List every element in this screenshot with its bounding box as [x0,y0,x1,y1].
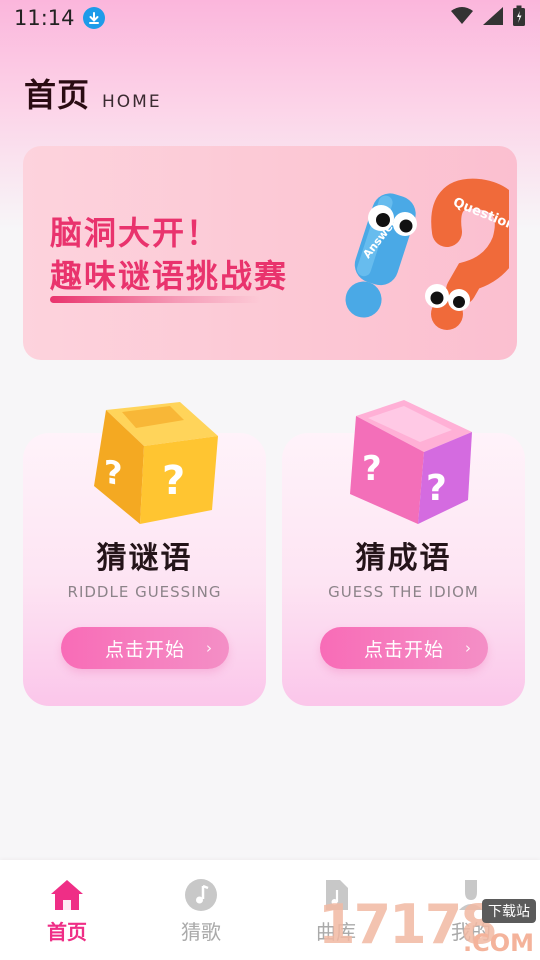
site-watermark: 17178 下载站 .COM [318,893,540,960]
page-header: 首页 HOME [24,70,162,116]
svg-text:?: ? [162,458,185,504]
yellow-question-cube-icon: ? ? [94,402,218,524]
battery-icon [512,5,526,31]
page-subtitle: HOME [102,92,162,112]
page-title: 首页 [24,76,91,114]
banner-underline [50,296,260,303]
banner-headline: 脑洞大开！ [50,214,221,252]
chevron-right-icon: › [465,639,472,657]
watermark-domain: .COM [462,929,534,957]
button-label: 点击开始 [104,638,185,661]
answer-question-mascot-icon: Answer Question [345,178,509,330]
card-title: 猜成语 [355,541,452,576]
chevron-right-icon: › [206,639,213,657]
card-subtitle: GUESS THE IDIOM [328,583,479,601]
svg-text:?: ? [104,452,123,493]
pink-question-cube-icon: ? ? [350,400,472,524]
download-icon [82,7,105,29]
card-subtitle: RIDDLE GUESSING [67,583,222,601]
svg-text:?: ? [362,449,382,489]
svg-text:?: ? [426,468,447,509]
button-label: 点击开始 [363,638,444,661]
watermark-tag: 下载站 [482,899,536,923]
nav-label-home: 首页 [47,920,87,944]
start-riddle-button[interactable]: 点击开始 › [61,627,229,669]
start-idiom-button[interactable]: 点击开始 › [320,627,488,669]
status-icons [450,5,526,31]
banner-subheadline: 趣味谜语挑战赛 [50,257,289,295]
status-time: 11:14 [14,6,75,30]
promo-banner[interactable]: 脑洞大开！ 趣味谜语挑战赛 Answer Question [23,146,517,360]
home-icon [51,880,83,910]
wifi-icon [450,6,474,30]
nav-label-song: 猜歌 [181,920,221,944]
nav-item-home[interactable]: 首页 [22,878,112,945]
nav-item-song[interactable]: 猜歌 [156,878,246,945]
signal-icon [482,6,504,30]
music-note-icon [185,879,217,911]
card-title: 猜谜语 [96,541,193,576]
status-bar: 11:14 [0,0,540,36]
